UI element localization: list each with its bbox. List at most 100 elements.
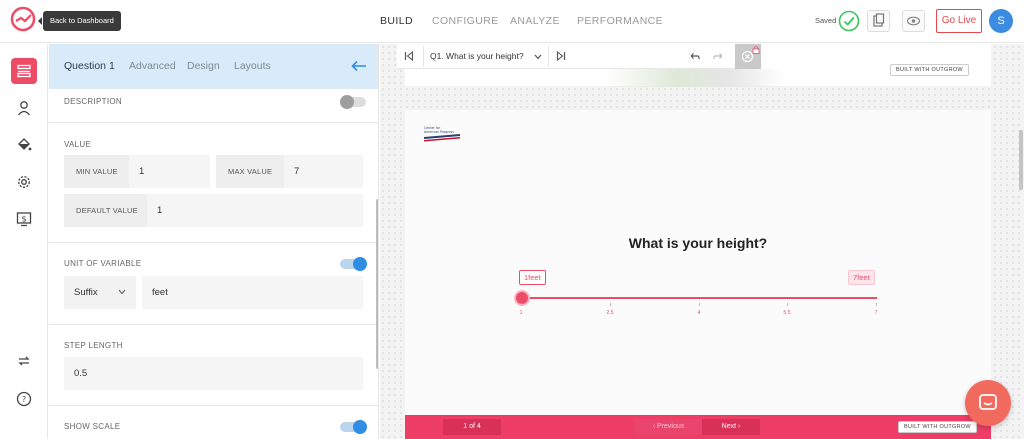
left-icon-bar: $ ? xyxy=(0,44,48,439)
scale-tick xyxy=(699,303,700,306)
page-indicator: 1 of 4 xyxy=(443,419,501,435)
survey-card: Center for American Progress What is you… xyxy=(405,110,991,415)
built-with-badge-top[interactable]: BUILT WITH OUTGROW xyxy=(890,64,969,76)
scale-tick xyxy=(610,303,611,306)
panel-tabs: Question 1 Advanced Design Layouts xyxy=(49,44,378,89)
tab-design[interactable]: Design xyxy=(187,44,220,89)
scale-tick-label: 1 xyxy=(519,310,523,316)
survey-footer: 1 of 4 ‹ Previous Next › BUILT WITH OUTG… xyxy=(405,415,991,439)
scale-tick xyxy=(521,303,522,306)
scale-tick-label: 2.5 xyxy=(606,310,614,316)
paint-bucket-icon xyxy=(18,138,32,151)
sync-icon xyxy=(18,356,30,366)
max-value-input[interactable]: 7 xyxy=(284,155,363,188)
show-scale-label: SHOW SCALE xyxy=(64,422,121,431)
min-value-label: MIN VALUE xyxy=(64,155,134,188)
locked-action-button[interactable] xyxy=(735,44,761,69)
duplicate-button[interactable] xyxy=(867,10,890,32)
settings-nav-button[interactable] xyxy=(11,169,37,195)
scale-tick xyxy=(787,303,788,306)
divider xyxy=(49,122,378,123)
preview-canvas: BUILT WITH OUTGROW Q1. What is your heig… xyxy=(380,44,1024,439)
preview-button[interactable] xyxy=(902,10,925,32)
eye-icon xyxy=(906,16,921,26)
redo-icon xyxy=(713,53,723,60)
pricing-nav-button[interactable]: $ xyxy=(11,206,37,232)
chat-icon xyxy=(979,394,997,410)
divider xyxy=(49,324,378,325)
brand-logo: Center for American Progress xyxy=(422,123,467,147)
question-selector[interactable]: Q1. What is your height? xyxy=(423,46,549,67)
dollar-icon: $ xyxy=(16,212,32,227)
nav-analyze[interactable]: ANALYZE xyxy=(510,0,560,43)
gear-icon xyxy=(18,176,30,188)
scale-tick-label: 7 xyxy=(874,310,878,316)
min-value-bubble: 1feet xyxy=(519,270,546,285)
step-length-label: STEP LENGTH xyxy=(64,341,123,350)
show-scale-toggle[interactable] xyxy=(340,420,367,434)
question-selector-label: Q1. What is your height? xyxy=(430,51,524,61)
question-settings-panel: Question 1 Advanced Design Layouts DESCR… xyxy=(49,44,379,439)
help-nav-button[interactable]: ? xyxy=(11,386,37,412)
collapse-arrow-icon[interactable] xyxy=(351,59,367,73)
back-to-dashboard-tooltip: Back to Dashboard xyxy=(38,11,121,31)
description-toggle[interactable] xyxy=(340,95,366,109)
saved-label: Saved xyxy=(815,16,837,25)
default-value-label: DEFAULT VALUE xyxy=(64,194,149,227)
slider-handle[interactable] xyxy=(514,290,530,306)
slider-track[interactable] xyxy=(521,297,877,299)
go-live-button[interactable]: Go Live xyxy=(936,9,982,33)
questions-nav-button[interactable] xyxy=(11,58,37,84)
tab-layouts[interactable]: Layouts xyxy=(234,44,271,89)
first-question-icon xyxy=(404,51,414,61)
tab-question-1[interactable]: Question 1 xyxy=(64,44,115,89)
previous-button[interactable]: ‹ Previous xyxy=(635,419,702,435)
canvas-scrollbar[interactable] xyxy=(1019,130,1023,190)
divider xyxy=(49,405,378,406)
built-with-badge-bottom[interactable]: BUILT WITH OUTGROW xyxy=(898,421,977,433)
next-label: Next xyxy=(721,423,737,430)
list-icon xyxy=(17,64,31,78)
outgrow-logo-icon[interactable] xyxy=(10,6,36,32)
min-value-input[interactable]: 1 xyxy=(129,155,210,188)
unit-of-variable-toggle[interactable] xyxy=(340,257,367,271)
chevron-down-icon xyxy=(534,54,542,60)
last-question-icon xyxy=(556,51,566,61)
scale-tick-label: 4 xyxy=(697,310,701,316)
panel-scrollbar[interactable] xyxy=(376,199,378,369)
user-avatar[interactable]: S xyxy=(989,9,1013,33)
divider xyxy=(49,242,378,243)
card-image-fade xyxy=(605,69,785,87)
undo-icon xyxy=(690,53,700,60)
next-button[interactable]: Next › xyxy=(702,419,760,435)
sync-nav-button[interactable] xyxy=(11,348,37,374)
question-toolbar: Q1. What is your height? xyxy=(397,44,761,69)
step-length-input[interactable]: 0.5 xyxy=(64,357,363,390)
question-title: What is your height? xyxy=(628,235,768,251)
tab-advanced[interactable]: Advanced xyxy=(129,44,176,89)
chevron-down-icon xyxy=(118,289,126,295)
unit-value-input[interactable]: feet xyxy=(142,276,363,309)
svg-text:American Progress: American Progress xyxy=(424,130,454,134)
svg-text:?: ? xyxy=(22,395,26,404)
chat-launcher-button[interactable] xyxy=(965,380,1011,426)
nav-build[interactable]: BUILD xyxy=(380,0,413,43)
description-label: DESCRIPTION xyxy=(64,97,122,106)
chevron-right-icon: › xyxy=(736,423,741,430)
nav-performance[interactable]: PERFORMANCE xyxy=(577,0,663,43)
max-value-bubble: 7feet xyxy=(848,270,875,285)
user-icon xyxy=(17,101,31,116)
nav-configure[interactable]: CONFIGURE xyxy=(432,0,499,43)
unit-of-variable-label: UNIT OF VARIABLE xyxy=(64,259,142,268)
design-nav-button[interactable] xyxy=(11,131,37,157)
value-label: VALUE xyxy=(64,140,92,149)
svg-text:$: $ xyxy=(21,215,26,224)
scale-tick-label: 5.5 xyxy=(783,310,791,316)
max-value-label: MAX VALUE xyxy=(216,155,286,188)
default-value-input[interactable]: 1 xyxy=(147,194,363,227)
saved-check-icon xyxy=(838,10,860,32)
unit-position-value: Suffix xyxy=(74,287,98,298)
lock-icon xyxy=(752,46,760,54)
unit-position-select[interactable]: Suffix xyxy=(64,276,136,309)
user-nav-button[interactable] xyxy=(11,95,37,121)
